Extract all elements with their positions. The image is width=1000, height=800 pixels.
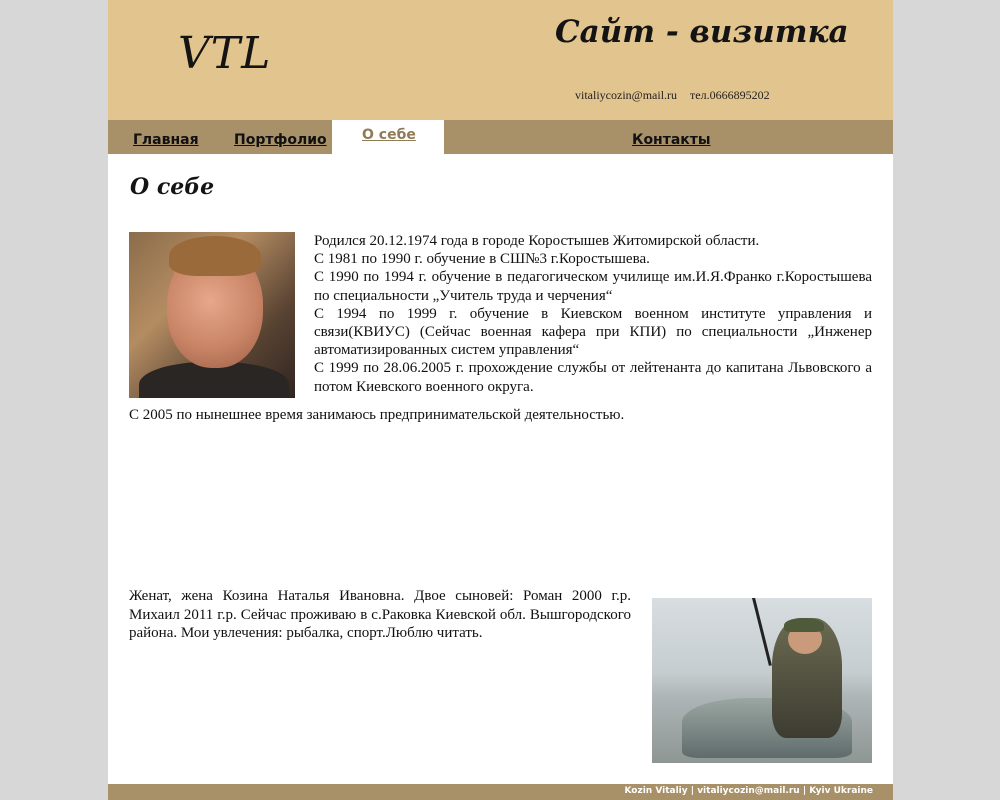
header-email: vitaliycozin@mail.ru	[575, 88, 678, 102]
header: VTL Сайт - визитка vitaliycozin@mail.ru …	[108, 0, 893, 120]
footer: Kozin Vitaliy | vitaliycozin@mail.ru | K…	[108, 784, 893, 800]
bio-line: С 1990 по 1994 г. обучение в педагогичес…	[314, 269, 872, 304]
family-text: Женат, жена Козина Наталья Ивановна. Дво…	[129, 588, 631, 642]
site-title: Сайт - визитка	[555, 14, 849, 50]
nav-item-contacts[interactable]: Контакты	[632, 120, 711, 154]
nav-item-about[interactable]: О себе	[332, 120, 444, 154]
footer-text: Kozin Vitaliy | vitaliycozin@mail.ru | K…	[624, 786, 873, 796]
main-nav: Главная Портфолио О себе Контакты	[108, 120, 893, 154]
nav-item-about-label: О себе	[362, 127, 416, 143]
portrait-photo	[129, 232, 295, 398]
bio-text: Родился 20.12.1974 года в городе Коросты…	[314, 232, 872, 396]
nav-item-home[interactable]: Главная	[133, 120, 199, 154]
header-phone: тел.0666895202	[690, 88, 770, 102]
bio-line: С 1981 по 1990 г. обучение в СШ№3 г.Коро…	[314, 251, 650, 268]
bio-current-activity: С 2005 по нынешнее время занимаюсь предп…	[129, 407, 625, 423]
page-container: VTL Сайт - визитка vitaliycozin@mail.ru …	[108, 0, 893, 800]
logo: VTL	[178, 28, 272, 79]
fishing-photo	[652, 598, 872, 763]
bio-line: Родился 20.12.1974 года в городе Коросты…	[314, 233, 760, 249]
page-title: О себе	[130, 174, 215, 200]
bio-line: С 1994 по 1999 г. обучение в Киевском во…	[314, 305, 872, 359]
contact-line: vitaliycozin@mail.ru тел.0666895202	[575, 88, 770, 103]
nav-item-portfolio[interactable]: Портфолио	[234, 120, 327, 154]
bio-line: С 1999 по 28.06.2005 г. прохождение служ…	[314, 360, 872, 395]
